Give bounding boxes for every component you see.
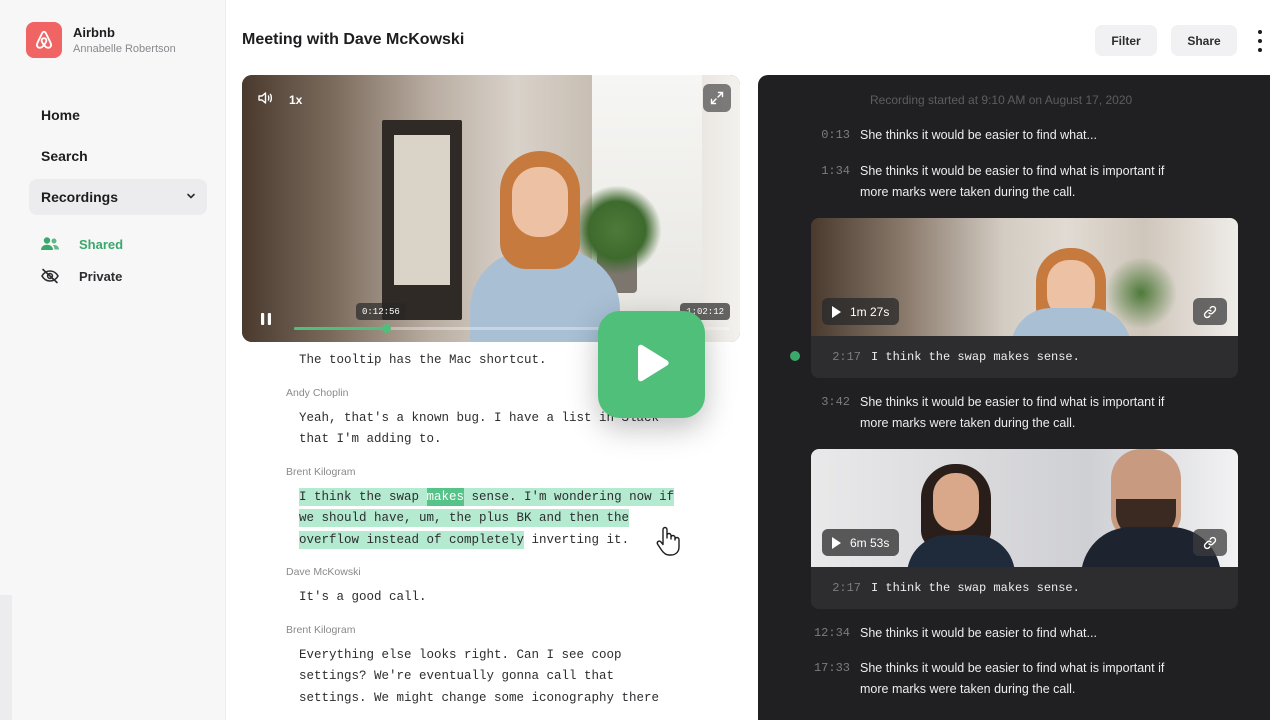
eye-off-icon <box>40 268 62 284</box>
transcript-line: settings. We might change some iconograp… <box>299 690 660 705</box>
nav-recordings-label: Recordings <box>41 189 119 205</box>
nav-item-recordings[interactable]: Recordings <box>29 179 207 215</box>
transcript-line: settings? We're eventually gonna call th… <box>299 669 615 683</box>
timeline-item[interactable]: 12:34 She thinks it would be easier to f… <box>812 623 1232 644</box>
timeline-text: She thinks it would be easier to find wh… <box>860 128 1097 142</box>
transcript-block: Dave McKowski It's a good call. <box>286 566 706 609</box>
current-position-indicator <box>790 351 800 361</box>
timeline-item[interactable]: 17:33 She thinks it would be easier to f… <box>812 658 1232 700</box>
brand-user: Annabelle Robertson <box>73 43 176 55</box>
timeline-timestamp: 0:13 <box>821 128 850 142</box>
timeline-text: more marks were taken during the call. <box>860 185 1076 199</box>
clip-duration: 6m 53s <box>850 535 890 550</box>
timeline-timestamp: 3:42 <box>821 395 850 409</box>
transcript-line: It's a good call. <box>299 590 427 604</box>
highlight-span[interactable]: we should have, um, the plus BK and then… <box>299 509 630 527</box>
link-icon[interactable] <box>1193 529 1227 556</box>
share-button[interactable]: Share <box>1171 25 1237 56</box>
main-nav: Home Search Recordings <box>29 97 207 220</box>
brand[interactable]: Airbnb Annabelle Robertson <box>26 22 176 58</box>
video-player[interactable]: 1x 0:12:56 1:02:12 <box>242 75 740 342</box>
filter-button[interactable]: Filter <box>1095 25 1157 56</box>
player-top-controls: 1x <box>257 91 302 108</box>
person-face <box>512 167 568 237</box>
link-icon[interactable] <box>1193 298 1227 325</box>
clip-caption: I think the swap makes sense. <box>871 349 1080 364</box>
nav-item-search[interactable]: Search <box>29 138 207 174</box>
timeline-timestamp: 12:34 <box>813 626 850 640</box>
airbnb-logo-icon <box>26 22 62 58</box>
clip-card[interactable]: 1m 27s 2:17 I think the swap makes sense… <box>811 218 1238 378</box>
sidebar-strip <box>0 595 12 720</box>
timeline-timestamp: 2:17 <box>832 349 861 364</box>
play-icon <box>832 305 841 318</box>
recordings-subnav: Shared Private <box>40 228 123 292</box>
transcript-line: Everything else looks right. Can I see c… <box>299 647 622 662</box>
subnav-item-shared[interactable]: Shared <box>40 228 123 260</box>
progress-fill <box>294 327 386 330</box>
users-icon <box>40 236 62 252</box>
speaker-name: Brent Kilogram <box>286 465 356 478</box>
thumb-plant <box>1101 258 1181 328</box>
transcript-line: that I'm adding to. <box>299 432 442 446</box>
timeline-timestamp: 1:34 <box>821 164 850 178</box>
timeline-item[interactable]: 1:34 She thinks it would be easier to fi… <box>812 161 1232 203</box>
highlight-span[interactable]: sense. I'm wondering now if <box>464 487 675 506</box>
speaker-name: Dave McKowski <box>286 566 361 578</box>
subnav-private-label: Private <box>79 268 123 284</box>
subnav-item-private[interactable]: Private <box>40 260 123 292</box>
highlight-word[interactable]: makes <box>426 487 465 506</box>
page-title: Meeting with Dave McKowski <box>242 31 465 48</box>
timeline-text: She thinks it would be easier to find wh… <box>860 661 1165 675</box>
subnav-shared-label: Shared <box>79 236 124 252</box>
transcript-block-highlighted: Brent Kilogram I think the swap makes se… <box>286 466 706 552</box>
clip-duration-play[interactable]: 1m 27s <box>822 298 900 325</box>
clip-duration: 1m 27s <box>850 304 890 319</box>
timeline-text: She thinks it would be easier to find wh… <box>860 395 1165 409</box>
timeline-text: more marks were taken during the call. <box>860 682 1076 696</box>
brand-name: Airbnb <box>73 25 115 40</box>
nav-search-label: Search <box>41 148 88 164</box>
clip-thumbnail[interactable]: 6m 53s <box>811 449 1238 567</box>
timeline-text: She thinks it would be easier to find wh… <box>860 626 1097 640</box>
timeline-item[interactable]: 0:13 She thinks it would be easier to fi… <box>812 125 1232 146</box>
play-icon <box>832 536 841 549</box>
playback-speed[interactable]: 1x <box>289 93 302 107</box>
expand-icon[interactable] <box>703 84 731 112</box>
nav-item-home[interactable]: Home <box>29 97 207 133</box>
clip-caption: I think the swap makes sense. <box>871 580 1080 595</box>
hand-cursor-icon <box>655 525 683 559</box>
timeline-text: She thinks it would be easier to find wh… <box>860 164 1165 178</box>
play-button[interactable] <box>598 311 705 418</box>
volume-icon[interactable] <box>257 91 273 108</box>
transcript-block: Brent Kilogram Everything else looks rig… <box>286 624 706 710</box>
highlighted-text[interactable]: I think the swap makes sense. I'm wonder… <box>286 487 706 552</box>
highlight-span[interactable]: overflow instead of completely <box>299 530 525 549</box>
timeline-timestamp: 2:17 <box>832 580 861 595</box>
highlight-span[interactable]: I think the swap <box>299 487 427 506</box>
clip-duration-play[interactable]: 6m 53s <box>822 529 900 556</box>
transcript-text: inverting it. <box>524 532 630 547</box>
chevron-down-icon <box>185 189 197 205</box>
timeline-timestamp: 17:33 <box>813 661 850 675</box>
thumb-person1-face <box>933 473 979 531</box>
nav-home-label: Home <box>41 107 80 123</box>
recording-started-text: Recording started at 9:10 AM on August 1… <box>870 93 1133 107</box>
progress-handle[interactable] <box>381 324 391 333</box>
pause-icon[interactable] <box>256 309 276 329</box>
current-time: 0:12:56 <box>356 303 406 320</box>
timeline-item[interactable]: 3:42 She thinks it would be easier to fi… <box>812 392 1232 434</box>
speaker-name: Brent Kilogram <box>286 623 356 636</box>
clip-card[interactable]: 6m 53s 2:17 I think the swap makes sense… <box>811 449 1238 609</box>
scene-door-glass <box>394 135 450 285</box>
timeline-text: more marks were taken during the call. <box>860 416 1076 430</box>
clip-thumbnail[interactable]: 1m 27s <box>811 218 1238 336</box>
more-options-icon[interactable] <box>1253 30 1267 52</box>
play-icon <box>637 344 669 381</box>
